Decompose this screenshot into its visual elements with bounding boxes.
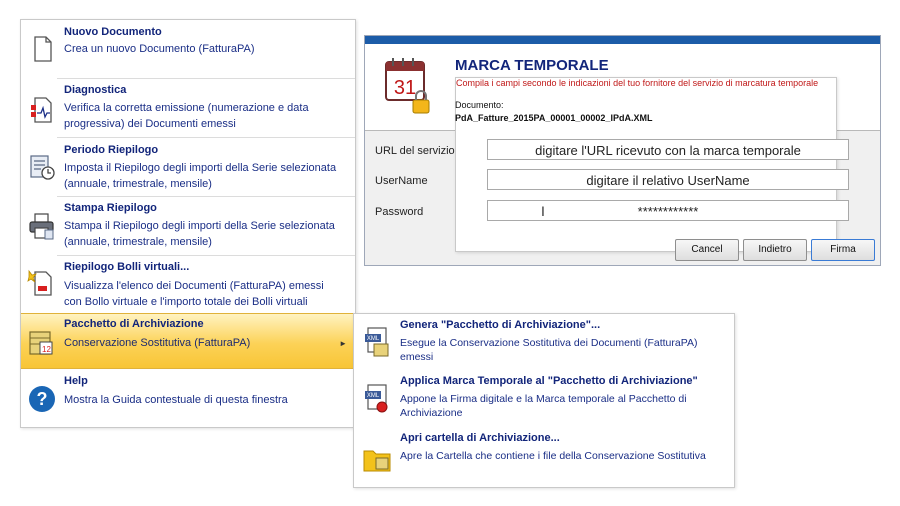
url-label: URL del servizio xyxy=(375,145,455,157)
menu-item-diagnostica[interactable]: Diagnostica Verifica la corretta emissio… xyxy=(21,79,355,137)
username-label: UserName xyxy=(375,175,428,187)
text-cursor-icon: I xyxy=(541,203,545,219)
menu-item-title: Help xyxy=(64,375,88,387)
printer-icon xyxy=(29,213,54,240)
menu-item-title: Periodo Riepilogo xyxy=(64,144,159,156)
cancel-button[interactable]: Cancel xyxy=(675,239,739,261)
virtual-stamp-icon xyxy=(27,269,52,296)
url-field[interactable]: digitare l'URL ricevuto con la marca tem… xyxy=(487,139,849,160)
timestamp-dialog: 31 MARCA TEMPORALE Compila i campi secon… xyxy=(364,35,881,266)
document-label: Documento: xyxy=(455,100,504,110)
password-label: Password xyxy=(375,206,424,218)
submenu-item-title: Genera "Pacchetto di Archiviazione"... xyxy=(400,319,601,331)
menu-item-desc: Conservazione Sostitutiva (FatturaPA) xyxy=(64,337,251,349)
menu-item-desc: Imposta il Riepilogo degli importi della… xyxy=(64,162,337,190)
menu-item-stampa-riepilogo[interactable]: Stampa Riepilogo Stampa il Riepilogo deg… xyxy=(21,197,355,255)
submenu-item-desc: Apre la Cartella che contiene i file del… xyxy=(400,450,706,462)
folder-icon xyxy=(363,450,391,472)
submenu-item-genera[interactable]: XML Genera "Pacchetto di Archiviazione".… xyxy=(354,314,734,370)
username-field[interactable]: digitare il relativo UserName xyxy=(487,169,849,190)
menu-item-nuovo-documento[interactable]: Nuovo Documento Crea un nuovo Documento … xyxy=(21,20,355,78)
submenu-item-applica-marca[interactable]: XML Applica Marca Temporale al "Pacchett… xyxy=(354,371,734,427)
archive-submenu: XML Genera "Pacchetto di Archiviazione".… xyxy=(353,313,735,488)
menu-item-desc: Verifica la corretta emissione (numerazi… xyxy=(64,102,309,130)
submenu-item-desc: Esegue la Conservazione Sostitutiva dei … xyxy=(400,337,698,363)
svg-text:XML: XML xyxy=(367,336,380,342)
menu-item-riepilogo-bolli[interactable]: Riepilogo Bolli virtuali... Visualizza l… xyxy=(21,256,355,314)
help-icon: ? xyxy=(29,386,55,412)
xml-archive-icon: XML xyxy=(365,327,389,357)
archive-package-icon: 12 xyxy=(29,331,53,355)
menu-item-title: Pacchetto di Archiviazione xyxy=(64,318,204,330)
menu-item-title: Nuovo Documento xyxy=(64,26,162,38)
dialog-subtitle: Compila i campi secondo le indicazioni d… xyxy=(455,77,837,252)
dialog-title: MARCA TEMPORALE xyxy=(455,57,609,74)
menu-item-title: Diagnostica xyxy=(64,84,127,96)
back-button[interactable]: Indietro xyxy=(743,239,807,261)
submenu-item-title: Applica Marca Temporale al "Pacchetto di… xyxy=(400,375,698,387)
svg-text:XML: XML xyxy=(367,393,380,399)
submenu-item-apri-cartella[interactable]: Apri cartella di Archiviazione... Apre l… xyxy=(354,427,734,483)
menu-item-title: Stampa Riepilogo xyxy=(64,202,157,214)
diagnostics-icon xyxy=(31,97,52,123)
menu-item-desc: Crea un nuovo Documento (FatturaPA) xyxy=(64,43,255,55)
context-menu: Nuovo Documento Crea un nuovo Documento … xyxy=(20,19,356,428)
menu-item-help[interactable]: ? Help Mostra la Guida contestuale di qu… xyxy=(21,369,355,427)
svg-text:12: 12 xyxy=(42,345,51,354)
menu-item-desc: Visualizza l'elenco dei Documenti (Fattu… xyxy=(64,280,324,308)
sign-button[interactable]: Firma xyxy=(811,239,875,261)
dialog-title-bar xyxy=(365,36,880,44)
menu-item-periodo-riepilogo[interactable]: Periodo Riepilogo Imposta il Riepilogo d… xyxy=(21,138,355,196)
submenu-arrow-icon: ► xyxy=(339,339,347,348)
svg-text:?: ? xyxy=(37,389,48,409)
xml-signature-icon: XML xyxy=(365,384,388,413)
menu-item-desc: Stampa il Riepilogo degli importi della … xyxy=(64,220,335,248)
calendar-lock-icon: 31 xyxy=(385,58,430,114)
menu-item-title: Riepilogo Bolli virtuali... xyxy=(64,261,190,273)
submenu-item-desc: Appone la Firma digitale e la Marca temp… xyxy=(400,393,687,419)
submenu-item-title: Apri cartella di Archiviazione... xyxy=(400,432,560,444)
dialog-header: 31 MARCA TEMPORALE Compila i campi secon… xyxy=(365,44,880,252)
new-document-icon xyxy=(34,36,52,62)
menu-item-desc: Mostra la Guida contestuale di questa fi… xyxy=(64,394,288,406)
document-filename: PdA_Fatture_2015PA_00001_00002_IPdA.XML xyxy=(455,113,653,123)
svg-text:31: 31 xyxy=(394,77,416,99)
period-summary-icon xyxy=(30,155,55,180)
menu-item-pacchetto-archiviazione[interactable]: 12 Pacchetto di Archiviazione Conservazi… xyxy=(21,313,355,369)
